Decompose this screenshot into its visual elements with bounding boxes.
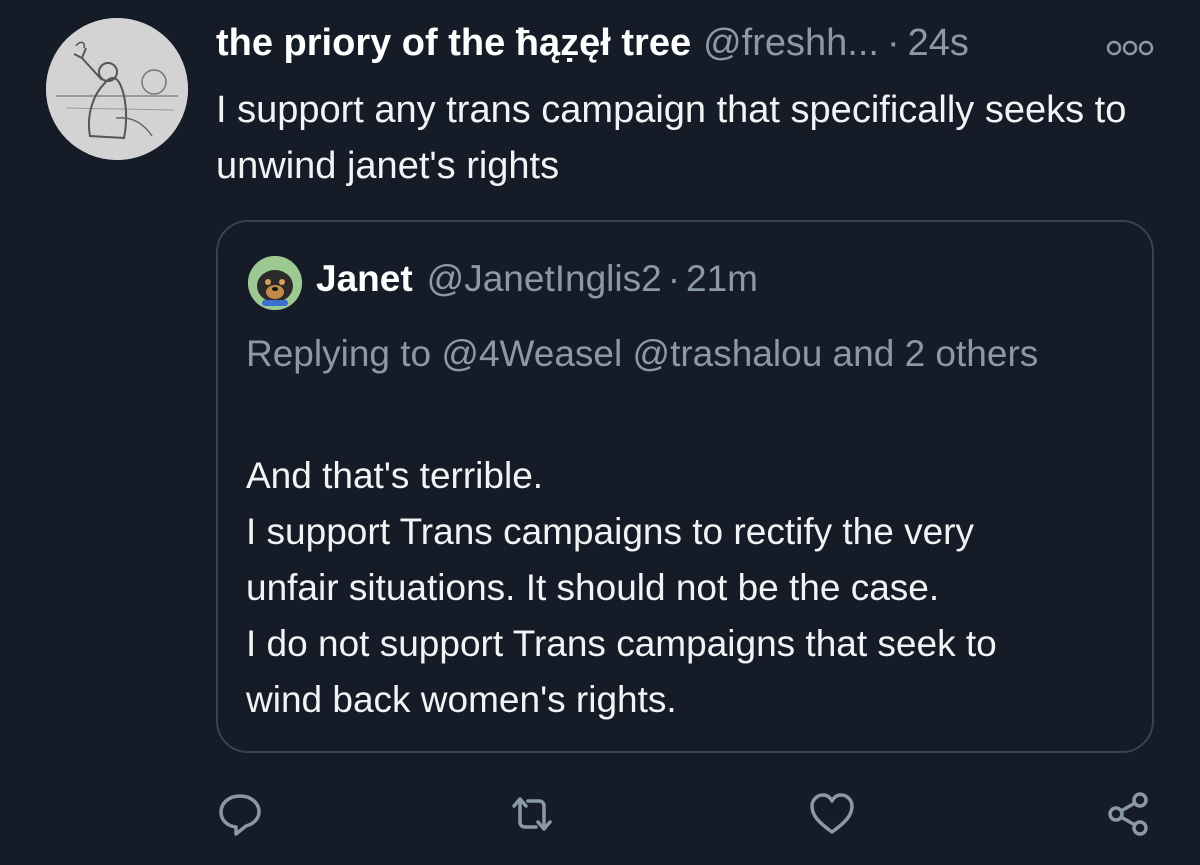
share-icon[interactable] [1104,790,1152,838]
tweet-action-bar [0,790,1200,840]
header-separator: · [886,22,900,64]
author-display-name[interactable]: the priory of the ħąẓęł tree [216,22,691,65]
quoted-text-line: I do not support Trans campaigns that se… [246,623,997,664]
sketch-avatar-image [46,18,188,160]
author-handle[interactable]: @freshh... [703,22,879,65]
retweet-icon[interactable] [508,790,556,838]
quoted-text-line: wind back women's rights. [246,679,677,720]
tweet-timestamp[interactable]: 24s [908,22,969,65]
quoted-tweet-text: And that's terrible. I support Trans cam… [246,448,1146,728]
tweet: the priory of the ħąẓęł tree @freshh... … [0,0,1200,865]
author-avatar[interactable] [46,18,188,160]
quoted-tweet[interactable]: Janet @JanetInglis2 · 21m Replying to @4… [216,220,1154,753]
reply-icon[interactable] [216,790,264,838]
quoted-header-separator: · [667,258,681,299]
dog-avatar-image [248,256,302,310]
heart-icon[interactable] [808,790,856,838]
quoted-text-line: unfair situations. It should not be the … [246,567,940,608]
quoted-tweet-header: Janet @JanetInglis2 · 21m [316,258,758,300]
tweet-text: I support any trans campaign that specif… [216,89,1127,187]
quoted-author-avatar[interactable] [248,256,302,310]
quoted-author-handle[interactable]: @JanetInglis2 [427,258,662,300]
quoted-tweet-timestamp[interactable]: 21m [686,258,758,300]
replying-to-text: Replying to @4Weasel @trashalou and 2 ot… [246,333,1039,374]
more-options-icon[interactable] [1104,36,1156,60]
quoted-text-line: And that's terrible. [246,455,544,496]
quoted-text-line: I support Trans campaigns to rectify the… [246,511,974,552]
tweet-header: the priory of the ħąẓęł tree @freshh... … [216,22,969,72]
quoted-author-display-name[interactable]: Janet [316,258,413,300]
